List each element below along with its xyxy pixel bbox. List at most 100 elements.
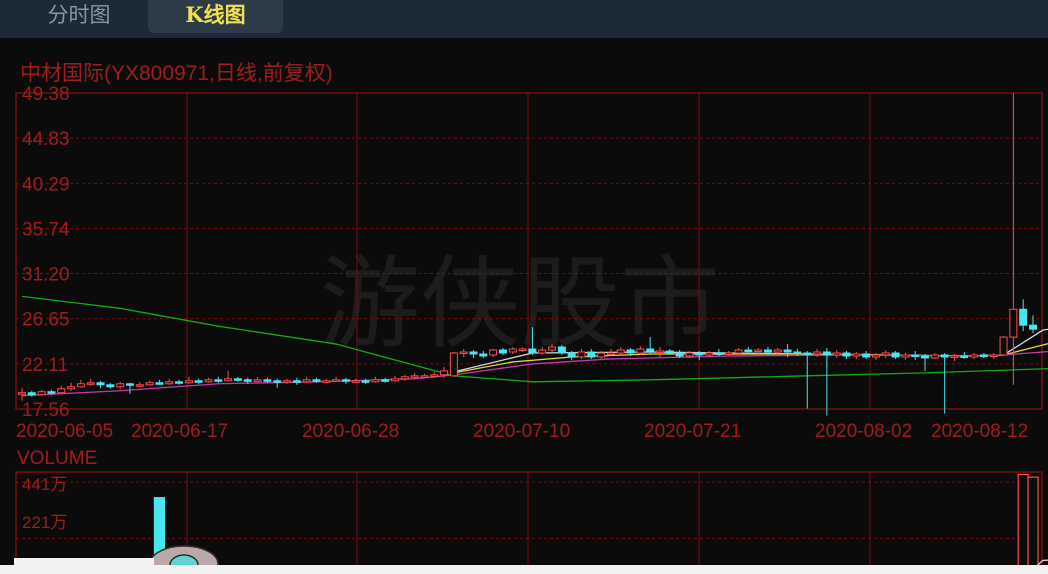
candle [832,350,841,358]
date-tick-label: 2020-08-02 [815,421,912,442]
candle-body [793,351,802,354]
candle-body [744,349,753,353]
candle-body [871,354,880,358]
candle-body [498,349,507,354]
candle [302,376,311,383]
candle [57,385,66,394]
candle-body [979,354,988,357]
candle-body [675,352,684,357]
candle-body [842,352,851,357]
candle-body [832,352,841,356]
candle [145,380,154,386]
tab-intraday[interactable]: 分时图 [10,0,148,33]
candle-body [106,384,115,388]
candle [175,379,184,385]
candle-body [253,379,262,382]
candle [224,370,233,382]
candle [999,336,1008,356]
candle [332,376,341,382]
candle-body [283,380,292,383]
candle-body [263,379,272,382]
tab-kline[interactable]: K线图 [148,0,283,33]
candle-body [125,383,134,386]
candle-body [538,349,547,354]
candle-body [548,346,557,351]
candle-body [400,376,409,380]
candle [970,352,979,359]
candle-body [724,352,733,355]
candle-body [1019,308,1028,326]
mascot-icon [14,545,219,565]
candle-body [999,336,1008,356]
candle-body [322,380,331,383]
candle-body [86,382,95,385]
candle [18,387,26,401]
candle-body [813,351,822,355]
candle-body [390,378,399,382]
candle [96,380,105,388]
candle [901,352,910,360]
candle-body [783,349,792,353]
candle [400,374,409,381]
price-tick-label: 40.29 [22,174,70,195]
candle-body [528,348,537,354]
candle-body [214,379,223,382]
candle-body [1029,324,1037,330]
candle-body [960,355,969,358]
candle-body [27,392,36,396]
candle-body [449,352,458,377]
candle-body [479,353,488,357]
candle [921,353,930,371]
candle [390,375,399,382]
candle-body [606,352,615,355]
price-axis-labels: 49.38 44.83 40.29 35.74 31.20 26.65 22.11 17.56 [22,84,70,421]
chart-title: 中材国际(YX800971,日线,前复权) [20,62,333,85]
candle-body [685,352,694,357]
candle-body [341,379,350,382]
candle-body [204,379,213,383]
candle [449,351,458,377]
candle-body [381,379,390,382]
candle-body [803,352,812,355]
date-tick-label: 2020-06-28 [302,421,399,442]
candle [106,382,115,389]
candle-body [410,375,419,378]
candle [911,351,920,360]
volume-axis-labels: 441万 221万 [22,475,67,532]
candle-body [881,352,890,356]
candle [881,350,890,358]
candle-body [224,378,233,382]
candle-body [862,353,871,358]
candle [891,351,900,359]
candle-body [332,379,341,382]
candle-body [734,349,743,354]
candle-body [292,380,301,383]
bottom-banner [0,565,1048,574]
candle-body [469,351,478,355]
candle-body [440,370,449,376]
candle [86,378,95,386]
candle [253,376,262,382]
candle [214,376,223,383]
candle [852,351,861,359]
candle-body [852,353,861,357]
candle-body [57,388,66,394]
candle-body [508,348,517,353]
candle-body [420,375,429,378]
candle-body [773,349,782,353]
candle-body [155,382,164,385]
candle [322,378,331,383]
candle-body [891,352,900,358]
candle-body [901,354,910,358]
candle-body [459,351,468,354]
candle-body [47,391,56,394]
candle [135,381,144,387]
candle-body [714,352,723,355]
date-tick-label: 2020-06-05 [16,421,113,442]
candle-body [695,352,704,356]
candle-body [96,382,105,386]
candle-body [597,352,606,358]
candle [204,377,213,383]
volume-bar [1017,473,1029,565]
candle-body [116,383,125,388]
